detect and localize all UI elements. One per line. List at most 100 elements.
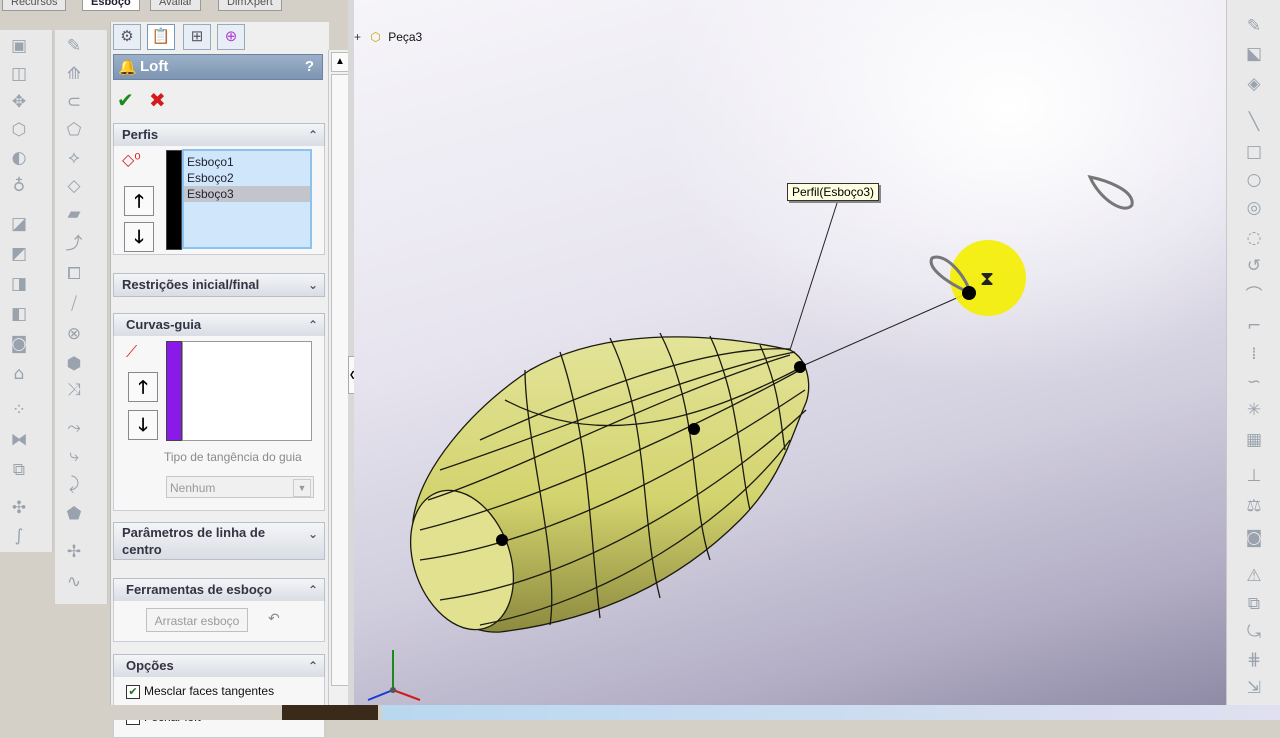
flex-icon[interactable]: ⤳ — [63, 418, 85, 438]
section-header-perfis[interactable]: Perfis ⌃ — [113, 123, 325, 147]
tab-avaliar[interactable]: Avaliar — [150, 0, 202, 11]
graphics-viewport[interactable]: + ⬡ Peça3 Perfil(Esboço3) ⧗ — [354, 0, 1226, 705]
move-up-button[interactable]: 🡑 — [124, 186, 154, 216]
collapse-chevron-icon[interactable]: ⌃ — [308, 579, 318, 601]
offset-icon[interactable]: ◙ — [1243, 528, 1265, 548]
boss-icon[interactable]: ✎ — [63, 36, 85, 56]
extrude-icon[interactable]: ▣ — [8, 36, 30, 56]
centerline-icon[interactable]: ⁞ — [1243, 344, 1265, 364]
warning-icon[interactable]: ⚠ — [1243, 566, 1265, 586]
plane-icon[interactable]: ▰ — [63, 204, 85, 224]
3d-sketch-icon[interactable]: ⬕ — [1243, 44, 1265, 64]
base-icon[interactable]: ⟰ — [63, 64, 85, 84]
revolve-icon[interactable]: ◫ — [8, 64, 30, 84]
move-down-button[interactable]: 🡓 — [124, 222, 154, 252]
scroll-up-icon[interactable]: ▲ — [331, 52, 349, 72]
loft-icon[interactable]: ⬡ — [8, 120, 30, 140]
reference-icon[interactable]: ⧉ — [8, 460, 30, 480]
expand-chevron-icon[interactable]: ⌄ — [308, 274, 318, 296]
cube-icon[interactable]: ⬢ — [63, 354, 85, 374]
circle-icon[interactable]: ○ — [1243, 170, 1265, 190]
sketch-point-icon[interactable]: ✢ — [63, 542, 85, 562]
expand-plus-icon[interactable]: + — [354, 30, 361, 44]
add-relation-icon[interactable]: ⊥ — [1243, 466, 1265, 486]
section-header-linha-centro[interactable]: Parâmetros de linha de centro ⌄ — [113, 522, 325, 560]
delete-face-icon[interactable]: ⊗ — [63, 324, 85, 344]
copy-icon[interactable]: ⧠ — [63, 264, 85, 284]
draft-icon[interactable]: ◧ — [8, 304, 30, 324]
chevron-down-icon[interactable]: ▼ — [293, 479, 311, 497]
undo-icon[interactable]: ↶ — [268, 611, 280, 627]
ok-check-icon[interactable]: ✔ — [117, 88, 134, 112]
grid-icon[interactable]: ▦ — [1243, 430, 1265, 450]
cancel-close-icon[interactable]: ✖ — [149, 88, 166, 112]
cut-icon[interactable]: ◐ — [8, 148, 30, 168]
property-manager-tab-icon[interactable]: 📋 — [147, 24, 175, 50]
shell-icon[interactable]: ◨ — [8, 274, 30, 294]
section-header-ferramentas[interactable]: Ferramentas de esboço ⌃ — [113, 578, 325, 602]
loft-cut-icon[interactable]: ⬠ — [63, 120, 85, 140]
tangent-arc-icon[interactable]: ↺ — [1243, 256, 1265, 276]
dimxpert-tab-icon[interactable]: ⊕ — [217, 24, 245, 50]
collapse-chevron-icon[interactable]: ⌃ — [308, 124, 318, 146]
feature-manager-tab-icon[interactable]: ⚙ — [113, 24, 141, 50]
fillet-icon[interactable]: ♁ — [8, 176, 30, 196]
split-icon[interactable]: ⧸ — [63, 294, 85, 314]
help-button[interactable]: ? — [305, 55, 314, 79]
profiles-list[interactable]: Esboço1 Esboço2 Esboço3 — [182, 149, 312, 249]
section-header-curvas-guia[interactable]: Curvas-guia ⌃ — [113, 313, 325, 337]
list-item[interactable]: Esboço2 — [184, 170, 310, 186]
pattern-icon[interactable]: ⁘ — [8, 400, 30, 420]
list-item[interactable]: Esboço1 — [184, 154, 310, 170]
line-icon[interactable]: ╲ — [1243, 112, 1265, 132]
deform-icon[interactable]: ⤸ — [63, 474, 85, 494]
edit-sketch-icon[interactable]: ✎ — [1243, 16, 1265, 36]
guide-curves-list[interactable] — [182, 341, 312, 441]
move-entities-icon[interactable]: ⇲ — [1243, 678, 1265, 698]
indent-icon[interactable]: ⤷ — [63, 446, 85, 466]
extend-icon[interactable]: ⋕ — [1243, 650, 1265, 670]
feature-tree-root[interactable]: + ⬡ Peça3 — [354, 30, 422, 44]
convert-entities-icon[interactable]: ⧉ — [1243, 594, 1265, 614]
property-manager-scrollbar[interactable]: ▲ — [328, 50, 349, 720]
thread-icon[interactable]: ◇ — [63, 176, 85, 196]
axis-icon[interactable]: ⤴ — [63, 234, 85, 254]
move-icon[interactable]: ⤨ — [63, 380, 85, 400]
tab-dimxpert[interactable]: DimXpert — [218, 0, 282, 11]
sweep-icon[interactable]: ✥ — [8, 92, 30, 112]
three-point-arc-icon[interactable]: ⌒ — [1243, 286, 1265, 306]
merge-tangent-checkbox[interactable]: ✔ — [126, 685, 140, 699]
configuration-tab-icon[interactable]: ⊞ — [183, 24, 211, 50]
rib-icon[interactable]: ◩ — [8, 244, 30, 264]
profile-callout[interactable]: Perfil(Esboço3) — [787, 183, 880, 201]
curves-icon[interactable]: ✣ — [8, 498, 30, 518]
collapse-chevron-icon[interactable]: ⌃ — [308, 655, 318, 677]
tangency-select[interactable]: Nenhum ▼ — [166, 476, 314, 498]
perimeter-circle-icon[interactable]: ◎ — [1243, 198, 1265, 218]
scroll-thumb[interactable] — [331, 74, 349, 686]
freeform-icon[interactable]: ⬟ — [63, 504, 85, 524]
spline-icon[interactable]: ∽ — [1243, 372, 1265, 392]
fillet-sketch-icon[interactable]: ⌐ — [1243, 316, 1265, 336]
rectangle-icon[interactable]: □ — [1243, 142, 1265, 162]
section-header-restricoes[interactable]: Restrições inicial/final ⌄ — [113, 273, 325, 297]
boundary-icon[interactable]: ⊂ — [63, 92, 85, 112]
curve-icon[interactable]: ∿ — [63, 572, 85, 592]
mirror-icon[interactable]: ⧓ — [8, 430, 30, 450]
smart-dimension-icon[interactable]: ◈ — [1243, 74, 1265, 94]
hole-icon[interactable]: ⟡ — [63, 148, 85, 168]
arc-icon[interactable]: ◌ — [1243, 228, 1265, 248]
wrap-icon[interactable]: ◙ — [8, 334, 30, 354]
tab-recursos[interactable]: Recursos — [2, 0, 67, 11]
move-up-button[interactable]: 🡑 — [128, 372, 158, 402]
expand-chevron-icon[interactable]: ⌄ — [308, 523, 318, 545]
dome-icon[interactable]: ⌂ — [8, 364, 30, 384]
point-icon[interactable]: ✳ — [1243, 400, 1265, 420]
chamfer-icon[interactable]: ◪ — [8, 214, 30, 234]
trim-icon[interactable]: ⤿ — [1243, 622, 1265, 642]
list-item[interactable]: Esboço3 — [184, 186, 310, 202]
tab-esboco[interactable]: Esboço — [82, 0, 140, 11]
mirror-entities-icon[interactable]: ⚖ — [1243, 496, 1265, 516]
collapse-chevron-icon[interactable]: ⌃ — [308, 314, 318, 336]
drag-sketch-button[interactable]: Arrastar esboço — [146, 608, 248, 632]
